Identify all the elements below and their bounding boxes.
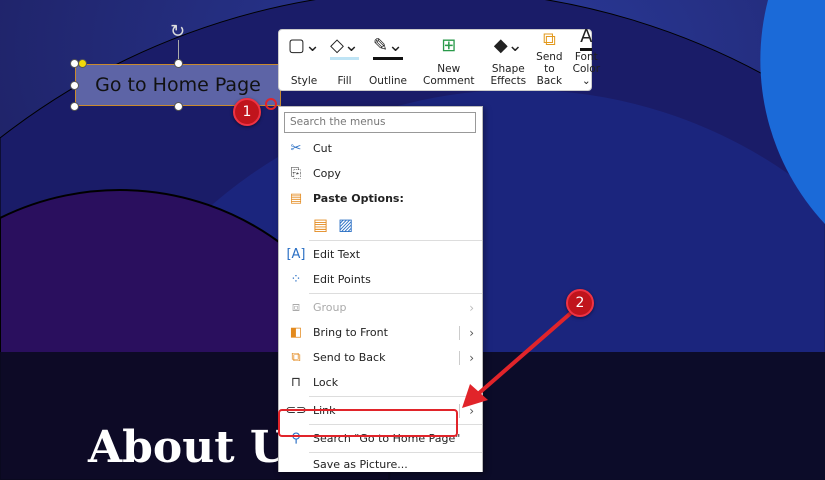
step-badge-2: 2 xyxy=(566,289,594,317)
annotation-arrow xyxy=(462,310,574,408)
